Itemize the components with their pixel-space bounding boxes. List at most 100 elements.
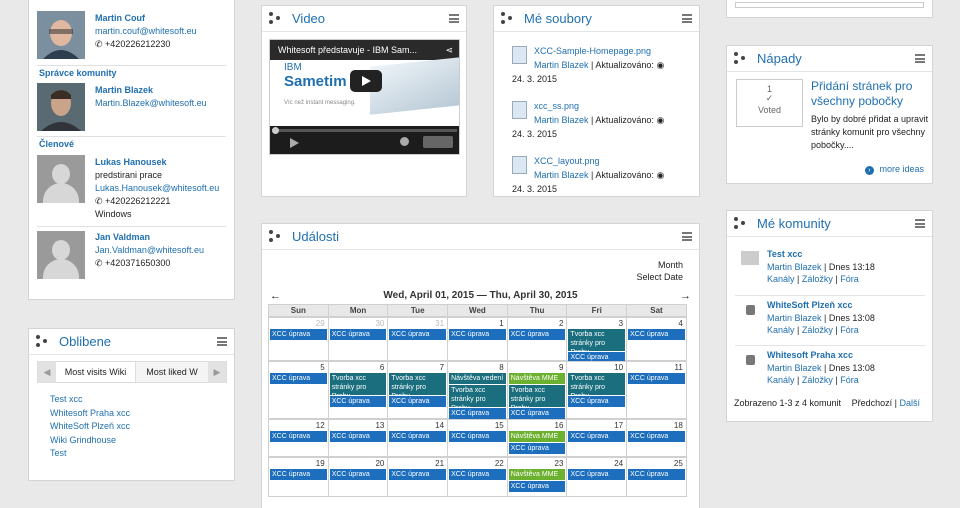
file-name[interactable]: XCC_layout.png bbox=[534, 156, 600, 166]
calendar-day[interactable]: 6Tvorba xcc stránky pro PrahuXCC úprava bbox=[327, 361, 389, 419]
favorite-link[interactable]: Whitesoft Praha xcc bbox=[50, 407, 130, 421]
calendar-event[interactable]: XCC úprava bbox=[628, 469, 685, 480]
contact-name[interactable]: Jan Valdman bbox=[95, 231, 204, 244]
calendar-event[interactable]: XCC úprava bbox=[329, 431, 387, 442]
contact-email[interactable]: martin.couf@whitesoft.eu bbox=[95, 25, 197, 38]
favorite-link[interactable]: WhiteSoft Plzeň xcc bbox=[50, 420, 130, 434]
calendar-event[interactable]: Návštěva MME bbox=[508, 373, 566, 384]
calendar-event[interactable]: Tvorba xcc stránky pro Prahu bbox=[568, 329, 626, 351]
community-item[interactable]: Test xcc Martin Blazek | Dnes 13:18 Kaná… bbox=[735, 248, 925, 286]
calendar-day[interactable]: 7Tvorba xcc stránky pro PrahuXCC úprava bbox=[387, 361, 449, 419]
calendar-day[interactable]: 5 XCC úprava bbox=[268, 361, 329, 419]
info-icon[interactable] bbox=[400, 137, 409, 146]
file-item[interactable]: xcc_ss.png Martin Blazek | Aktualizováno… bbox=[512, 99, 692, 141]
more-ideas-icon[interactable]: › bbox=[864, 166, 874, 175]
widget-menu-icon[interactable] bbox=[915, 54, 925, 63]
month-view-link[interactable]: Month bbox=[636, 259, 683, 271]
contact-email[interactable]: Martin.Blazek@whitesoft.eu bbox=[95, 97, 207, 110]
widget-menu-icon[interactable] bbox=[217, 337, 227, 346]
calendar-event[interactable]: XCC úprava bbox=[628, 373, 685, 384]
vote-box[interactable]: 1 ✓ Voted bbox=[736, 79, 803, 127]
favorite-link[interactable]: Test xcc bbox=[50, 393, 130, 407]
community-author[interactable]: Martin Blazek bbox=[767, 262, 822, 272]
play-icon[interactable] bbox=[290, 138, 299, 148]
tab-scroll-left-button[interactable]: ◀ bbox=[38, 362, 56, 382]
favorite-link[interactable]: Test bbox=[50, 447, 130, 461]
widget-drag-icon[interactable] bbox=[734, 52, 747, 65]
calendar-event[interactable]: Tvorba xcc stránky pro Prahu bbox=[568, 373, 626, 395]
widget-drag-icon[interactable] bbox=[269, 230, 282, 243]
progress-bar[interactable] bbox=[272, 129, 457, 132]
calendar-event[interactable]: Tvorba xcc stránky pro Prahu bbox=[389, 373, 447, 395]
file-item[interactable]: XCC-Sample-Homepage.png Martin Blazek | … bbox=[512, 44, 692, 86]
next-page-link[interactable]: Další bbox=[899, 398, 920, 408]
calendar-event[interactable]: XCC úprava bbox=[389, 396, 447, 407]
community-item[interactable]: WhiteSoft Plzeň xcc Martin Blazek | Dnes… bbox=[735, 295, 925, 337]
calendar-day[interactable]: 2 XCC úprava bbox=[506, 317, 568, 361]
widget-menu-icon[interactable] bbox=[915, 219, 925, 228]
favorite-link[interactable]: Wiki Grindhouse bbox=[50, 434, 130, 448]
calendar-day[interactable]: 8Návštěva vedeníTvorba xcc stránky pro P… bbox=[447, 361, 508, 419]
calendar-event[interactable]: XCC úprava bbox=[389, 431, 447, 442]
community-link-feeds[interactable]: Kanály bbox=[767, 274, 795, 284]
calendar-event[interactable]: XCC úprava bbox=[568, 431, 626, 442]
video-player[interactable]: Whitesoft představuje - IBM Sam... ⋖ IBM… bbox=[269, 39, 460, 155]
calendar-event[interactable]: XCC úprava bbox=[508, 443, 566, 454]
community-link-bookmarks[interactable]: Záložky bbox=[802, 325, 833, 335]
calendar-day[interactable]: 10Tvorba xcc stránky pro PrahuXCC úprava bbox=[566, 361, 628, 419]
contact-email[interactable]: Lukas.Hanousek@whitesoft.eu bbox=[95, 182, 219, 195]
calendar-event[interactable]: XCC úprava bbox=[568, 469, 626, 480]
calendar-event[interactable]: Tvorba xcc stránky pro Prahu bbox=[449, 385, 506, 407]
calendar-day[interactable]: 25 XCC úprava bbox=[626, 457, 687, 497]
file-author[interactable]: Martin Blazek bbox=[534, 115, 589, 125]
community-link-forums[interactable]: Fóra bbox=[840, 325, 859, 335]
calendar-event[interactable]: XCC úprava bbox=[329, 329, 387, 340]
calendar-event[interactable]: XCC úprava bbox=[389, 329, 447, 340]
calendar-day[interactable]: 31 XCC úprava bbox=[387, 317, 449, 361]
calendar-day[interactable]: 11 XCC úprava bbox=[626, 361, 687, 419]
file-author[interactable]: Martin Blazek bbox=[534, 170, 589, 180]
calendar-day[interactable]: 1 XCC úprava bbox=[447, 317, 508, 361]
calendar-day[interactable]: 19 XCC úprava bbox=[268, 457, 329, 497]
calendar-event[interactable]: XCC úprava bbox=[449, 469, 506, 480]
calendar-day[interactable]: 12 XCC úprava bbox=[268, 419, 329, 457]
calendar-event[interactable]: XCC úprava bbox=[508, 481, 566, 492]
community-link-forums[interactable]: Fóra bbox=[840, 274, 859, 284]
calendar-day[interactable]: 16 Návštěva MME XCC úprava bbox=[506, 419, 568, 457]
widget-menu-icon[interactable] bbox=[682, 232, 692, 241]
progress-handle[interactable] bbox=[272, 127, 279, 134]
calendar-event[interactable]: Tvorba xcc stránky pro Prahu bbox=[329, 373, 387, 395]
calendar-day[interactable]: 18 XCC úprava bbox=[626, 419, 687, 457]
play-button[interactable] bbox=[350, 70, 382, 92]
file-item[interactable]: XCC_layout.png Martin Blazek | Aktualizo… bbox=[512, 154, 692, 196]
calendar-event[interactable]: Tvorba xcc stránky pro Prahu bbox=[508, 385, 566, 407]
calendar-day[interactable]: 13 XCC úprava bbox=[327, 419, 389, 457]
calendar-day[interactable]: 4 XCC úprava bbox=[626, 317, 687, 361]
tab-most-visits-wiki[interactable]: Most visits Wiki bbox=[56, 362, 136, 382]
widget-menu-icon[interactable] bbox=[682, 14, 692, 23]
widget-drag-icon[interactable] bbox=[36, 335, 49, 348]
idea-title[interactable]: Přidání stránek pro všechny pobočky bbox=[811, 79, 926, 109]
calendar-event[interactable]: XCC úprava bbox=[568, 396, 626, 407]
calendar-event[interactable]: XCC úprava bbox=[508, 329, 566, 340]
calendar-day[interactable]: 21 XCC úprava bbox=[387, 457, 449, 497]
file-name[interactable]: xcc_ss.png bbox=[534, 101, 579, 111]
share-icon[interactable]: ⋖ bbox=[445, 40, 453, 60]
next-month-arrow-icon[interactable]: → bbox=[680, 290, 691, 302]
community-link-forums[interactable]: Fóra bbox=[840, 375, 859, 385]
calendar-day[interactable]: 9Návštěva MMETvorba xcc stránky pro Prah… bbox=[506, 361, 568, 419]
calendar-event[interactable]: XCC úprava bbox=[508, 408, 566, 419]
file-name[interactable]: XCC-Sample-Homepage.png bbox=[534, 46, 651, 56]
community-link-feeds[interactable]: Kanály bbox=[767, 325, 795, 335]
avatar-martin-blazek[interactable] bbox=[37, 83, 85, 131]
community-author[interactable]: Martin Blazek bbox=[767, 363, 822, 373]
tab-most-liked-wiki[interactable]: Most liked W bbox=[136, 362, 208, 382]
avatar-jan-valdman[interactable] bbox=[37, 231, 85, 279]
calendar-day[interactable]: 17 XCC úprava bbox=[566, 419, 628, 457]
calendar-event[interactable]: XCC úprava bbox=[389, 469, 447, 480]
community-link-bookmarks[interactable]: Záložky bbox=[802, 274, 833, 284]
calendar-event[interactable]: XCC úprava bbox=[449, 431, 506, 442]
community-link-bookmarks[interactable]: Záložky bbox=[802, 375, 833, 385]
community-name[interactable]: WhiteSoft Plzeň xcc bbox=[767, 300, 853, 310]
contact-email[interactable]: Jan.Valdman@whitesoft.eu bbox=[95, 244, 204, 257]
